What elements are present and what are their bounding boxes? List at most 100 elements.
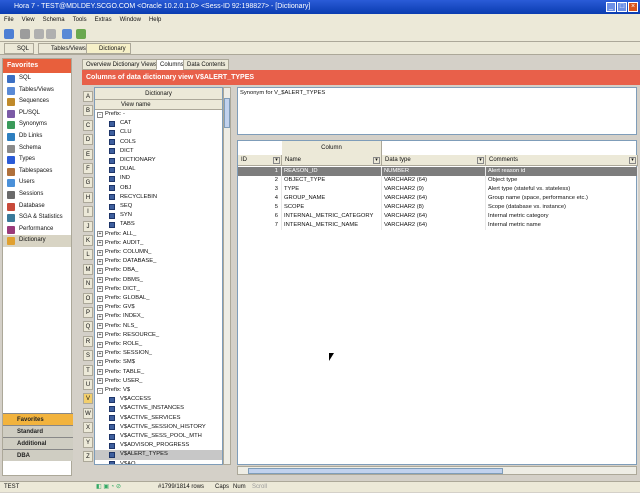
tree-prefix-node[interactable]: + Prefix: AUDIT_ [95,239,222,248]
filter-dropdown-icon[interactable]: ▾ [477,157,484,164]
letter-q[interactable]: Q [83,321,93,333]
expand-icon[interactable]: + [97,240,103,247]
tree-prefix-node[interactable]: + Prefix: RESOURCE_ [95,331,222,340]
letter-j[interactable]: J [83,220,93,232]
sidebar-item-sessions[interactable]: Sessions [3,189,71,201]
menu-schema[interactable]: Schema [39,14,69,26]
maximize-button[interactable]: □ [617,2,627,12]
letter-p[interactable]: P [83,307,93,318]
tree-view-item[interactable]: DICTIONARY [95,156,222,165]
sidebar-item-users[interactable]: Users [3,177,71,189]
column-row[interactable]: 5 SCOPE VARCHAR2 (8) Scope (database vs. in… [238,203,638,212]
sidebar-item-dictionary[interactable]: Dictionary [3,235,71,247]
column-row[interactable]: 7 INTERNAL_METRIC_NAME VARCHAR2 (64) Intern… [238,221,638,230]
header-comments[interactable]: Comments ▾ [486,155,638,166]
letter-c[interactable]: C [83,119,93,131]
column-row[interactable]: 4 GROUP_NAME VARCHAR2 (64) Group name (spac… [238,194,638,203]
tree-prefix-node[interactable]: - Prefix: - [95,110,222,119]
sidebar-item-performance[interactable]: Performance [3,224,71,236]
tree-view-item[interactable]: V$AQ [95,460,222,464]
letter-e[interactable]: E [83,148,93,160]
sidebar-item-db-links[interactable]: Db Links [3,131,71,143]
collapse-icon[interactable]: - [97,111,103,118]
expand-icon[interactable]: + [97,304,103,311]
expand-icon[interactable]: + [97,295,103,302]
column-row[interactable]: 1 REASON_ID NUMBER Alert reason id [238,167,638,176]
expand-icon[interactable]: + [97,350,103,357]
tree-view-item[interactable]: CAT [95,119,222,128]
letter-h[interactable]: H [83,191,93,203]
expand-icon[interactable]: + [97,258,103,265]
tree-prefix-node[interactable]: + Prefix: ALL_ [95,230,222,239]
tree-scroll-thumb[interactable] [224,98,230,128]
tree-view-item[interactable]: DICT [95,147,222,156]
column-row[interactable]: 2 OBJECT_TYPE VARCHAR2 (64) Object type [238,176,638,185]
letter-i[interactable]: I [83,206,93,218]
tree-prefix-node[interactable]: + Prefix: SM$ [95,358,222,367]
tree-view-item[interactable]: SYN [95,211,222,220]
letter-a[interactable]: A [83,91,93,102]
menu-tools[interactable]: Tools [69,14,91,26]
doc-tab-sql[interactable]: SQL [4,43,35,54]
filter-dropdown-icon[interactable]: ▾ [629,157,636,164]
collapse-icon[interactable]: - [97,387,103,394]
hscroll-thumb[interactable] [248,468,503,474]
tree-prefix-node[interactable]: + Prefix: USER_ [95,377,222,386]
menu-file[interactable]: File [0,14,18,26]
column-row[interactable]: 3 TYPE VARCHAR2 (9) Alert type (stateful vs… [238,185,638,194]
expand-icon[interactable]: + [97,378,103,385]
sidebar-item-database[interactable]: Database [3,201,71,213]
category-favorites[interactable]: Favorites [3,413,73,425]
columns-hscrollbar[interactable] [237,466,637,475]
letter-r[interactable]: R [83,335,93,347]
connect-icon[interactable] [4,29,14,39]
tree-view-item[interactable]: V$ACTIVE_SERVICES [95,414,222,423]
sidebar-item-schema[interactable]: Schema [3,143,71,155]
tree-view-item[interactable]: CLU [95,128,222,137]
tree-view-item[interactable]: COLS [95,138,222,147]
tree-prefix-node[interactable]: + Prefix: COLUMN_ [95,248,222,257]
sidebar-item-synonyms[interactable]: Synonyms [3,119,71,131]
expand-icon[interactable]: + [97,341,103,348]
tree-view-item[interactable]: V$ACTIVE_SESS_POOL_MTH [95,432,222,441]
expand-icon[interactable]: + [97,359,103,366]
close-button[interactable]: × [628,2,638,12]
rollback-icon[interactable] [46,29,56,39]
expand-icon[interactable]: + [97,277,103,284]
sidebar-item-sga-statistics[interactable]: SGA & Statistics [3,212,71,224]
letter-s[interactable]: S [83,350,93,362]
tree-view-item[interactable]: V$ALERT_TYPES [95,450,222,460]
tree-view-item[interactable]: V$ACTIVE_SESSION_HISTORY [95,423,222,432]
tree-prefix-node[interactable]: + Prefix: TABLE_ [95,368,222,377]
commit-icon[interactable] [34,29,44,39]
letter-u[interactable]: U [83,379,93,390]
tab-data-contents[interactable]: Data Contents [183,59,230,70]
tree-view-item[interactable]: OBJ [95,184,222,193]
tree-prefix-node[interactable]: - Prefix: V$ [95,386,222,395]
letter-f[interactable]: F [83,163,93,174]
letter-y[interactable]: Y [83,436,93,448]
expand-icon[interactable]: + [97,267,103,274]
tree-prefix-node[interactable]: + Prefix: DATABASE_ [95,257,222,266]
header-id[interactable]: ID ▾ [238,155,282,166]
menu-extras[interactable]: Extras [91,14,116,26]
expand-icon[interactable]: + [97,286,103,293]
tree-prefix-node[interactable]: + Prefix: INDEX_ [95,312,222,321]
expand-icon[interactable]: + [97,369,103,376]
expand-icon[interactable]: + [97,332,103,339]
tree-prefix-node[interactable]: + Prefix: SESSION_ [95,349,222,358]
expand-icon[interactable]: + [97,323,103,330]
tree-view-item[interactable]: IND [95,174,222,183]
category-standard[interactable]: Standard [3,425,73,437]
expand-icon[interactable]: + [97,313,103,320]
letter-v[interactable]: V [83,393,93,405]
tree-prefix-node[interactable]: + Prefix: DBA_ [95,266,222,275]
column-row[interactable]: 6 INTERNAL_METRIC_CATEGORY VARCHAR2 (64) In… [238,212,638,221]
category-dba[interactable]: DBA [3,449,73,461]
sidebar-item-types[interactable]: Types [3,154,71,166]
header-name[interactable]: Name ▾ [282,155,382,166]
tree-view-item[interactable]: DUAL [95,165,222,174]
tree-prefix-node[interactable]: + Prefix: DICT_ [95,285,222,294]
letter-k[interactable]: K [83,235,93,246]
filter-dropdown-icon[interactable]: ▾ [273,157,280,164]
